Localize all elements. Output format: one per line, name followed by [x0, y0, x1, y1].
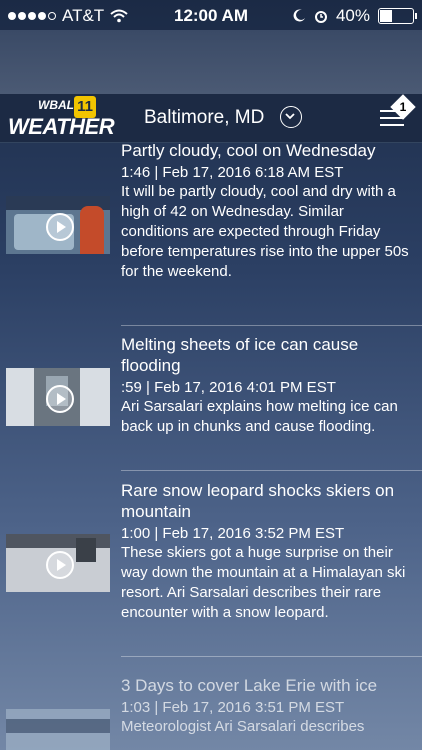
story-meta: :59 | Feb 17, 2016 4:01 PM EST	[121, 379, 336, 396]
logo-weather: WEATHER	[8, 114, 115, 139]
story-title: Partly cloudy, cool on Wednesday	[121, 142, 376, 160]
story-summary: These skiers got a huge surprise on thei…	[121, 544, 406, 621]
story-summary: Meteorologist Ari Sarsalari describes	[121, 718, 365, 735]
notification-badge: 1	[390, 94, 416, 120]
video-list[interactable]: Partly cloudy, cool on Wednesday 1:46 | …	[0, 142, 422, 750]
story-text[interactable]: Melting sheets of ice can cause flooding…	[121, 334, 411, 437]
status-right: 40%	[292, 6, 417, 26]
battery-icon	[378, 8, 417, 24]
video-thumbnail[interactable]	[6, 196, 110, 254]
moon-icon	[293, 9, 305, 22]
chevron-down-icon[interactable]	[280, 106, 302, 128]
story-title: 3 Days to cover Lake Erie with ice	[121, 676, 378, 695]
story-text[interactable]: Rare snow leopard shocks skiers on mount…	[121, 480, 411, 623]
location-selector[interactable]: Baltimore, MD	[144, 107, 264, 129]
divider	[121, 656, 422, 657]
play-icon	[46, 385, 74, 413]
video-thumbnail[interactable]	[6, 709, 110, 750]
battery-percent: 40%	[335, 6, 370, 25]
play-icon	[46, 213, 74, 241]
play-icon	[46, 551, 74, 579]
divider	[121, 325, 422, 326]
status-bar: AT&T 12:00 AM 40%	[0, 0, 422, 30]
logo-station: WBAL	[38, 98, 74, 112]
video-thumbnail[interactable]	[6, 534, 110, 592]
divider	[121, 470, 422, 471]
alarm-icon	[314, 11, 327, 23]
story-text[interactable]: Partly cloudy, cool on Wednesday 1:46 | …	[121, 142, 411, 282]
story-title: Melting sheets of ice can cause flooding	[121, 335, 359, 375]
wbal-weather-logo[interactable]: WBAL 11 WEATHER	[8, 96, 115, 139]
video-thumbnail[interactable]	[6, 368, 110, 426]
menu-button[interactable]: 1	[380, 94, 416, 132]
ad-banner-area	[0, 30, 422, 94]
app-header: WBAL 11 WEATHER Baltimore, MD 1	[0, 94, 422, 143]
story-title: Rare snow leopard shocks skiers on mount…	[121, 481, 395, 521]
story-summary: It will be partly cloudy, cool and dry w…	[121, 183, 409, 280]
story-meta: 1:00 | Feb 17, 2016 3:52 PM EST	[121, 525, 345, 542]
story-meta: 1:03 | Feb 17, 2016 3:51 PM EST	[121, 699, 345, 716]
story-summary: Ari Sarsalari explains how melting ice c…	[121, 398, 398, 435]
notification-count: 1	[399, 100, 407, 114]
story-text[interactable]: 3 Days to cover Lake Erie with ice 1:03 …	[121, 675, 411, 737]
story-meta: 1:46 | Feb 17, 2016 6:18 AM EST	[121, 164, 344, 181]
